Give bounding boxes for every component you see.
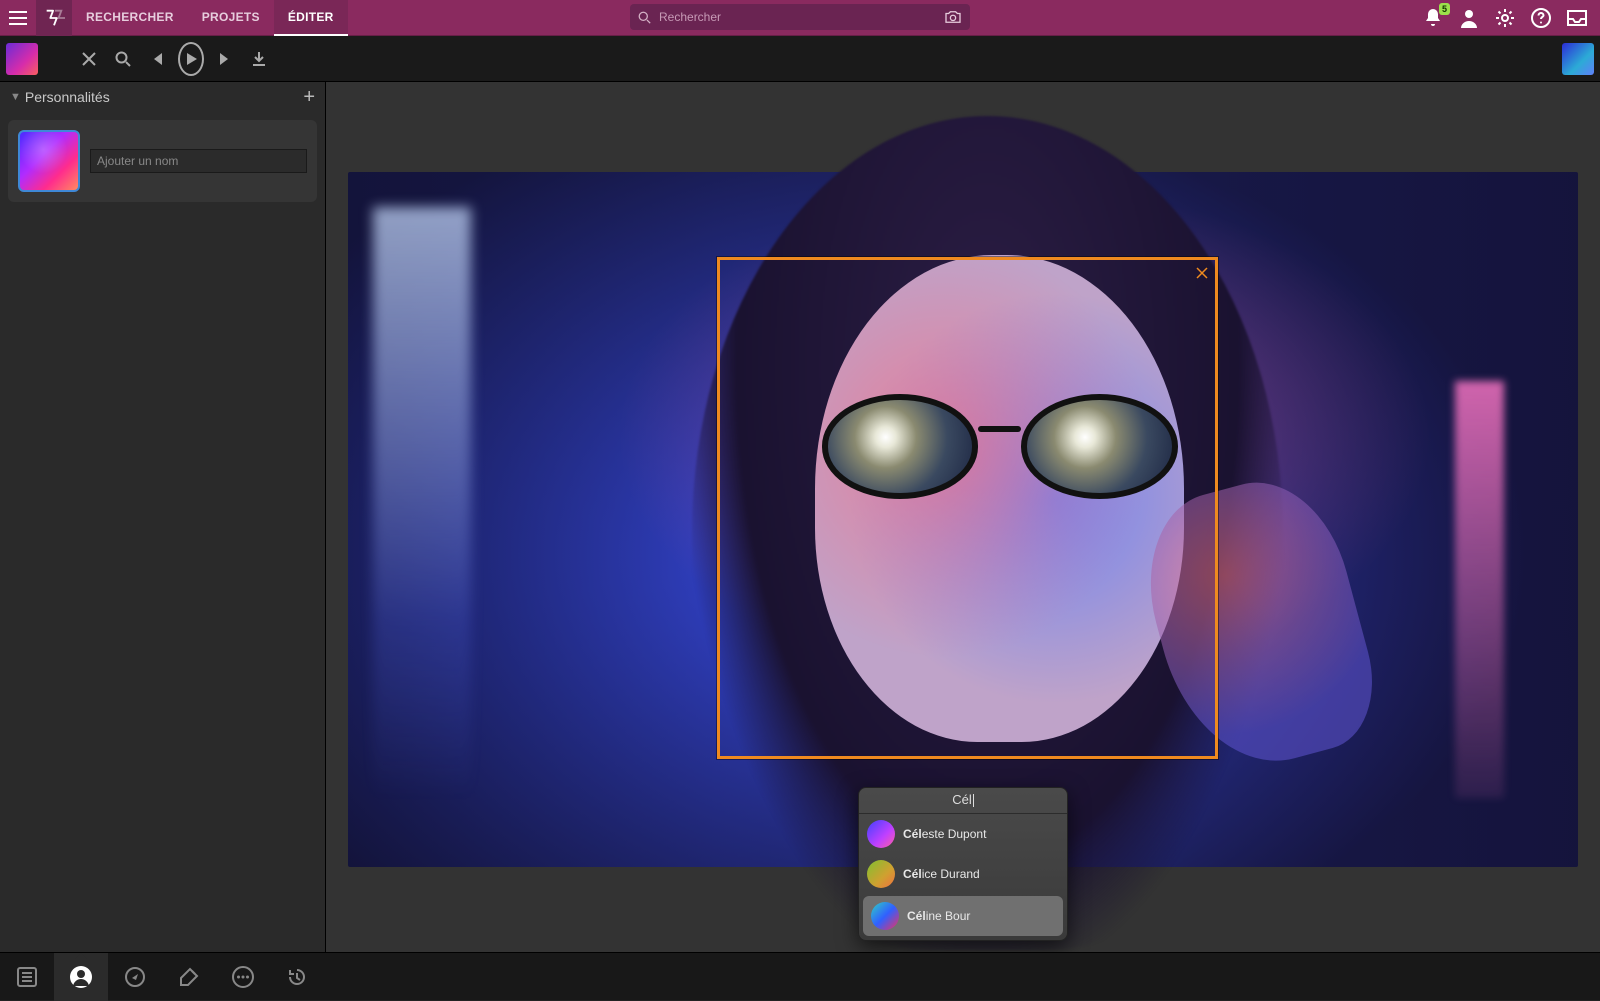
global-search (630, 4, 970, 30)
play-button[interactable] (178, 46, 204, 72)
history-icon (286, 966, 308, 988)
notifications-button[interactable]: 5 (1422, 7, 1444, 29)
notification-badge: 5 (1439, 3, 1450, 15)
prev-button[interactable] (144, 46, 170, 72)
top-nav: RECHERCHER PROJETS ÉDITER 5 (0, 0, 1600, 36)
search-box[interactable] (630, 4, 970, 30)
hamburger-icon (9, 11, 27, 25)
help-button[interactable] (1530, 7, 1552, 29)
autocomplete-item[interactable]: Céleste Dupont (859, 814, 1067, 854)
photo-decor (1455, 381, 1504, 798)
autocomplete-item-selected[interactable]: Céline Bour (863, 896, 1063, 936)
suggestion-text: Céline Bour (907, 909, 970, 923)
image-canvas[interactable] (348, 172, 1578, 867)
next-button[interactable] (212, 46, 238, 72)
panel-people[interactable] (54, 953, 108, 1001)
person-circle-icon (69, 965, 93, 989)
section-title: Personnalités (25, 89, 110, 105)
suggestion-text: Célice Durand (903, 867, 980, 881)
visual-search-button[interactable] (944, 10, 962, 24)
chevron-down-icon: ▼ (10, 91, 21, 103)
list-icon (16, 966, 38, 988)
camera-icon (944, 10, 962, 24)
help-icon (1531, 8, 1551, 28)
personality-thumb[interactable] (18, 130, 80, 192)
bottom-toolbar (0, 952, 1600, 1000)
close-icon (1196, 267, 1208, 279)
user-icon (1459, 8, 1479, 28)
photo-decor (373, 207, 471, 798)
face-box-close[interactable] (1193, 264, 1211, 282)
panel-history[interactable] (270, 953, 324, 1001)
more-icon (232, 966, 254, 988)
asset-thumbnail-left[interactable] (6, 43, 38, 75)
left-sidebar: ▼ Personnalités + (0, 82, 326, 952)
magnifier-icon (115, 51, 131, 67)
skip-next-icon (217, 51, 233, 67)
topbar-right-actions: 5 (1422, 7, 1600, 29)
zoom-button[interactable] (110, 46, 136, 72)
image-viewer: Cél Céleste Dupont Célice Durand Céline … (326, 82, 1600, 952)
download-icon (251, 51, 267, 67)
account-button[interactable] (1458, 7, 1480, 29)
search-input[interactable] (657, 9, 944, 25)
section-personalities-header[interactable]: ▼ Personnalités + (0, 82, 325, 112)
face-detection-box[interactable] (717, 257, 1218, 759)
asset-thumbnail-right[interactable] (1562, 43, 1594, 75)
close-icon (81, 51, 97, 67)
inbox-button[interactable] (1566, 7, 1588, 29)
compass-icon (124, 966, 146, 988)
settings-button[interactable] (1494, 7, 1516, 29)
gear-icon (1495, 8, 1515, 28)
add-personality-button[interactable]: + (303, 86, 315, 109)
tab-editer[interactable]: ÉDITER (274, 0, 348, 36)
suggestion-text: Céleste Dupont (903, 827, 986, 841)
tab-rechercher[interactable]: RECHERCHER (72, 0, 188, 36)
tag-edit-icon (178, 966, 200, 988)
panel-annotate[interactable] (162, 953, 216, 1001)
nav-tabs: RECHERCHER PROJETS ÉDITER (72, 0, 348, 36)
personality-card (8, 120, 317, 202)
avatar (871, 902, 899, 930)
avatar (867, 820, 895, 848)
personality-name-input[interactable] (90, 149, 307, 173)
play-icon (184, 52, 198, 66)
tray-icon (1567, 10, 1587, 26)
logo-icon (43, 7, 65, 29)
skip-prev-icon (149, 51, 165, 67)
close-button[interactable] (76, 46, 102, 72)
autocomplete-item[interactable]: Célice Durand (859, 854, 1067, 894)
name-autocomplete-popover: Cél Céleste Dupont Célice Durand Céline … (858, 787, 1068, 941)
autocomplete-query: Cél (952, 792, 972, 807)
panel-navigate[interactable] (108, 953, 162, 1001)
autocomplete-input[interactable]: Cél (859, 788, 1067, 814)
tab-projets[interactable]: PROJETS (188, 0, 274, 36)
download-button[interactable] (246, 46, 272, 72)
panel-more[interactable] (216, 953, 270, 1001)
avatar (867, 860, 895, 888)
menu-button[interactable] (0, 0, 36, 36)
app-logo[interactable] (36, 0, 72, 36)
edit-toolbar (0, 36, 1600, 82)
search-icon (638, 11, 651, 24)
panel-metadata[interactable] (0, 953, 54, 1001)
